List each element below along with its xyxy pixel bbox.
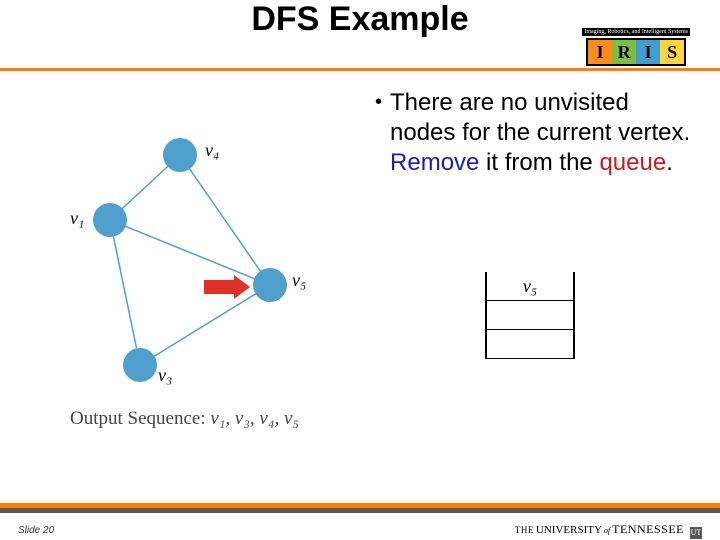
arrow-head-icon [234, 275, 250, 299]
footer-gray-bar [0, 508, 720, 513]
bullet-end: . [666, 149, 673, 176]
university-logo: THE UNIVERSITY of TENNESSEE UT [515, 522, 702, 537]
node-v5 [253, 268, 287, 302]
slide-number: Slide 20 [18, 525, 54, 536]
node-v4 [163, 138, 197, 172]
univ-the: THE [515, 525, 534, 535]
node-v3 [123, 348, 157, 382]
bullet-item: • There are no unvisited nodes for the c… [375, 88, 695, 178]
univ-tennessee: TENNESSEE [612, 522, 684, 537]
node-v1 [93, 203, 127, 237]
bullet-text: There are no unvisited nodes for the cur… [390, 88, 695, 178]
edge-v4-v5 [180, 155, 270, 285]
stack-cell: v₅ [485, 272, 575, 301]
univ-mark-icon: UT [690, 527, 702, 539]
bullet-remove: Remove [390, 149, 479, 176]
edge-v1-v3 [110, 220, 140, 365]
iris-letter: S [660, 40, 684, 64]
label-v4: v₄ [205, 140, 219, 161]
bullet-text-block: • There are no unvisited nodes for the c… [375, 88, 695, 178]
current-pointer-arrow [204, 275, 250, 299]
bullet-dot-icon: • [375, 88, 382, 178]
stack-wrap: v₅ [485, 272, 575, 359]
stack-table: v₅ [485, 272, 575, 359]
iris-logo: Imaging, Robotics, and Intelligent Syste… [582, 28, 690, 66]
title-underline [0, 68, 720, 71]
bullet-queue: queue [599, 149, 666, 176]
label-v1: v₁ [70, 208, 84, 229]
stack-left-border [485, 272, 487, 359]
bullet-pre: There are no unvisited nodes for the cur… [390, 89, 690, 146]
output-sequence-label: Output Sequence: [70, 408, 206, 429]
arrow-body [204, 280, 234, 294]
slide: DFS Example Imaging, Robotics, and Intel… [0, 0, 720, 540]
stack-cell [485, 301, 575, 330]
bullet-mid: it from the [479, 149, 599, 176]
iris-letter: I [636, 40, 660, 64]
output-sequence-values: v₁, v₃, v₄, v₅ [210, 408, 299, 429]
label-v3: v₃ [158, 365, 172, 386]
label-v5: v₅ [292, 270, 306, 291]
univ-university: UNIVERSITY [536, 524, 602, 536]
iris-logo-label: Imaging, Robotics, and Intelligent Syste… [582, 28, 690, 36]
univ-of: of [604, 526, 610, 535]
graph-svg [60, 120, 350, 420]
graph-diagram: v₁ v₄ v₃ v₅ [60, 120, 350, 420]
stack-cell [485, 330, 575, 359]
iris-letter: R [612, 40, 636, 64]
iris-letter: I [588, 40, 612, 64]
output-sequence: Output Sequence: v₁, v₃, v₄, v₅ [70, 408, 299, 430]
iris-logo-boxes: I R I S [586, 38, 686, 66]
stack-right-border [573, 272, 575, 359]
